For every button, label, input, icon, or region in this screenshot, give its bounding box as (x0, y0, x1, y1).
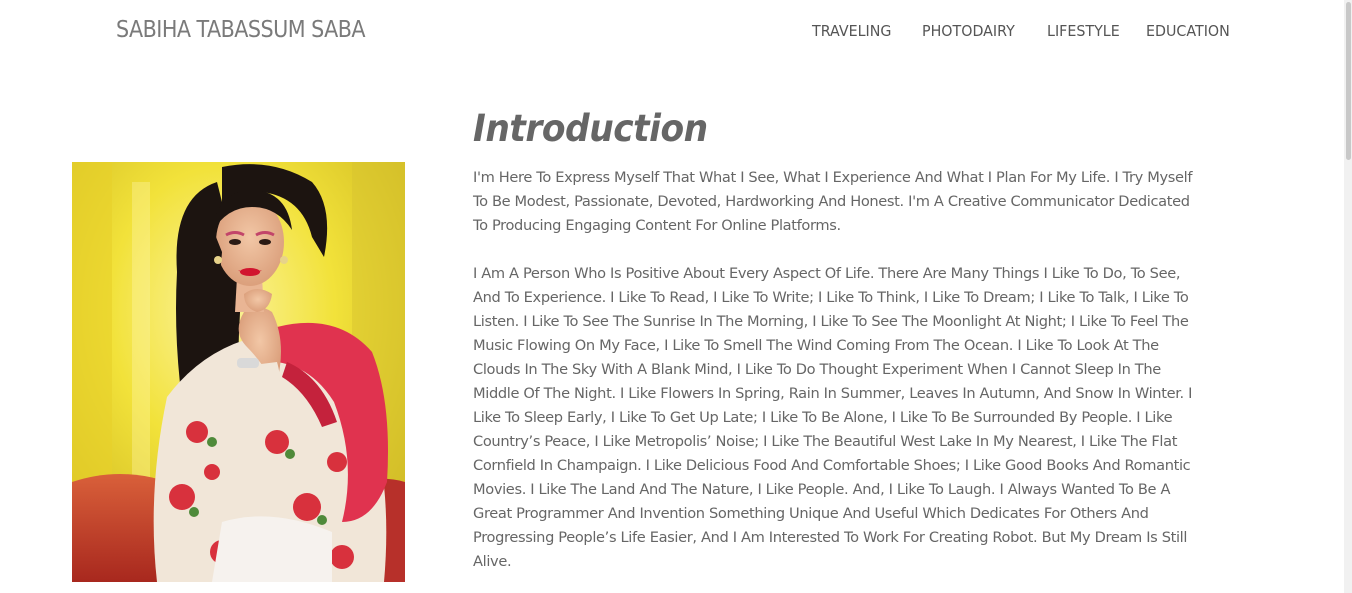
profile-photo (72, 162, 405, 582)
scrollbar-thumb[interactable] (1346, 2, 1351, 160)
site-header: SABIHA TABASSUM SABA TRAVELING PHOTODAIR… (0, 0, 1344, 64)
main-nav: TRAVELING PHOTODAIRY LIFESTYLE EDUCATION (812, 21, 1246, 41)
nav-link-lifestyle[interactable]: LIFESTYLE (1047, 21, 1141, 41)
site-brand-link[interactable]: SABIHA TABASSUM SABA (116, 17, 366, 43)
nav-link-traveling[interactable]: TRAVELING (812, 21, 917, 41)
nav-link-education[interactable]: EDUCATION (1146, 21, 1241, 41)
page-title: Introduction (473, 107, 708, 150)
page-scrollbar[interactable] (1344, 0, 1352, 593)
profile-photo-illustration (72, 162, 405, 582)
intro-paragraph-2: I Am A Person Who Is Positive About Ever… (473, 265, 1193, 570)
nav-link-photodairy[interactable]: PHOTODAIRY (922, 21, 1041, 41)
page: SABIHA TABASSUM SABA TRAVELING PHOTODAIR… (0, 0, 1352, 593)
introduction-section: Introduction I'm Here To Express Myself … (473, 104, 1213, 574)
intro-paragraph-1: I'm Here To Express Myself That What I S… (473, 169, 1193, 234)
